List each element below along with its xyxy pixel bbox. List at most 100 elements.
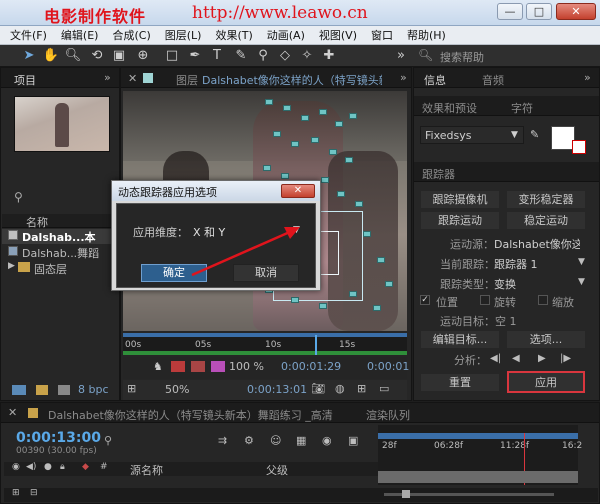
options-button[interactable]: 选项... [506, 330, 586, 349]
menu-composition[interactable]: 合成(C) [112, 27, 150, 43]
timeline-scrollbar[interactable] [586, 426, 598, 486]
hand-tool-icon[interactable]: ✋ [42, 47, 60, 65]
tab-audio[interactable]: 音频 [482, 72, 504, 88]
track-point[interactable] [373, 305, 381, 311]
track-point[interactable] [291, 297, 299, 303]
zoom-tool-icon[interactable]: 🔍︎ [64, 47, 82, 65]
track-camera-button[interactable]: 跟踪摄像机 [420, 190, 500, 209]
motion-blur-icon[interactable]: ♞ [153, 360, 163, 373]
track-point[interactable] [349, 113, 357, 119]
rotate-tool-icon[interactable]: ⟲ [88, 47, 106, 65]
motion-source-select[interactable]: Dalshabet像你这 [494, 236, 580, 252]
tab-tracker[interactable]: 跟踪器 [422, 166, 455, 182]
frame-blending-icon[interactable]: ▦ [296, 434, 306, 447]
comp-mini-flowchart-icon[interactable]: ⇉ [218, 434, 227, 447]
new-composition-icon[interactable] [58, 385, 70, 395]
track-point[interactable] [355, 201, 363, 207]
track-point[interactable] [349, 291, 357, 297]
list-item[interactable]: Dalshab...舞蹈 [2, 245, 118, 260]
brush-tool-icon[interactable]: ✎ [232, 47, 250, 65]
timeline-timecode[interactable]: 0:00:13:00 [16, 430, 101, 446]
track-point[interactable] [263, 165, 271, 171]
tab-project[interactable]: 项目 [14, 72, 36, 88]
comp-panel-menu-icon[interactable]: » [400, 71, 407, 84]
selection-tool-icon[interactable]: ➤ [20, 47, 38, 65]
track-point[interactable] [291, 141, 299, 147]
font-select[interactable]: Fixedsys ▼ [420, 126, 524, 144]
track-point[interactable] [311, 137, 319, 143]
toggle-modes-icon[interactable]: ⊟ [30, 488, 38, 498]
region-icon[interactable]: ▭ [379, 382, 389, 395]
tab-render-queue[interactable]: 渲染队列 [366, 407, 410, 423]
draft-3d-icon[interactable]: ⚙ [244, 434, 254, 447]
dialog-close-button[interactable]: ✕ [281, 184, 315, 198]
project-search-icon[interactable]: ⚲ [14, 190, 23, 204]
tab-character[interactable]: 字符 [511, 100, 533, 116]
track-point[interactable] [337, 191, 345, 197]
track-point[interactable] [385, 281, 393, 287]
channel-icon[interactable]: ◍ [335, 382, 345, 395]
current-track-select[interactable]: 跟踪器 1 [494, 256, 538, 272]
transparency-grid-icon[interactable] [191, 361, 205, 372]
analyze-back-frame-icon[interactable]: ◀| [490, 353, 501, 364]
new-folder-icon[interactable] [36, 385, 48, 395]
tab-layer-title[interactable]: Dalshabet像你这样的人（特写镜头新 [202, 72, 382, 88]
analyze-backward-icon[interactable]: ◀ [512, 353, 520, 364]
track-point[interactable] [329, 149, 337, 155]
minimize-button[interactable]: — [497, 3, 523, 20]
track-point[interactable] [363, 231, 371, 237]
pen-tool-icon[interactable]: ✒ [186, 47, 204, 65]
column-name[interactable]: 名称 [26, 214, 48, 230]
menu-file[interactable]: 文件(F) [10, 27, 47, 43]
mask-icon[interactable] [211, 361, 225, 372]
timecode-1[interactable]: 0:00:01:29 [281, 360, 341, 373]
eraser-tool-icon[interactable]: ◇ [276, 47, 294, 65]
lock-icon[interactable]: 🔒︎ [60, 462, 65, 472]
audio-icon[interactable]: ◀) [26, 462, 36, 472]
track-type-select[interactable]: 变换 [494, 276, 516, 292]
position-checkbox[interactable]: ✓ [420, 295, 430, 305]
graph-editor-icon[interactable]: ▣ [348, 434, 358, 447]
tab-timeline[interactable]: Dalshabet像你这样的人（特写镜头新本）舞蹈练习 _高清 [48, 407, 338, 423]
comp-time-ruler[interactable]: 00s 05s 10s 15s [123, 333, 407, 355]
maximize-button[interactable]: □ [526, 3, 552, 20]
column-parent[interactable]: 父级 [266, 462, 288, 478]
menu-edit[interactable]: 编辑(E) [61, 27, 99, 43]
timecode-2[interactable]: 0:00:13:01 [247, 383, 307, 396]
percent-label[interactable]: 100 % [229, 360, 264, 373]
stamp-tool-icon[interactable]: ⚲ [254, 47, 272, 65]
info-panel-menu-icon[interactable]: » [584, 71, 591, 84]
rotation-checkbox[interactable] [480, 295, 490, 305]
warp-stabilizer-button[interactable]: 变形稳定器 [506, 190, 586, 209]
snapshot-icon[interactable]: 📷︎ [311, 382, 325, 395]
timecode-3[interactable]: 0:00:01 [367, 360, 409, 373]
help-search[interactable]: 🔍︎ 搜索帮助 [412, 48, 600, 64]
roi-icon[interactable] [171, 361, 185, 372]
track-point[interactable] [319, 303, 327, 309]
track-point[interactable] [319, 109, 327, 115]
track-point[interactable] [283, 105, 291, 111]
list-item[interactable]: ▶ 固态层 [2, 261, 118, 276]
menu-view[interactable]: 视图(V) [319, 27, 357, 43]
analyze-forward-frame-icon[interactable]: |▶ [560, 353, 571, 364]
track-motion-button[interactable]: 跟踪运动 [420, 211, 500, 230]
menu-layer[interactable]: 图层(L) [165, 27, 202, 43]
interpret-footage-icon[interactable] [12, 385, 26, 395]
eyedropper-icon[interactable]: ✎ [530, 128, 539, 141]
track-point[interactable] [321, 177, 329, 183]
close-timeline-tab-icon[interactable]: ✕ [8, 406, 17, 419]
work-area-bar[interactable] [123, 333, 407, 337]
chevron-down-icon[interactable]: ▼ [578, 277, 585, 287]
reset-button[interactable]: 重置 [420, 373, 500, 392]
analyze-forward-icon[interactable]: ▶ [538, 353, 546, 364]
toggle-switches-icon[interactable]: ⊞ [12, 488, 20, 498]
comp-playhead[interactable] [315, 335, 317, 355]
chevron-down-icon[interactable]: ▼ [578, 257, 585, 267]
pan-behind-tool-icon[interactable]: ⊕ [134, 47, 152, 65]
track-point[interactable] [345, 157, 353, 163]
zoom-slider-thumb[interactable] [402, 490, 410, 498]
grid-icon[interactable]: ⊞ [357, 382, 366, 395]
timeline-search-icon[interactable]: ⚲ [104, 434, 112, 447]
chevron-right-icon[interactable]: ▶ [8, 261, 15, 271]
timeline-work-area[interactable] [378, 433, 578, 439]
